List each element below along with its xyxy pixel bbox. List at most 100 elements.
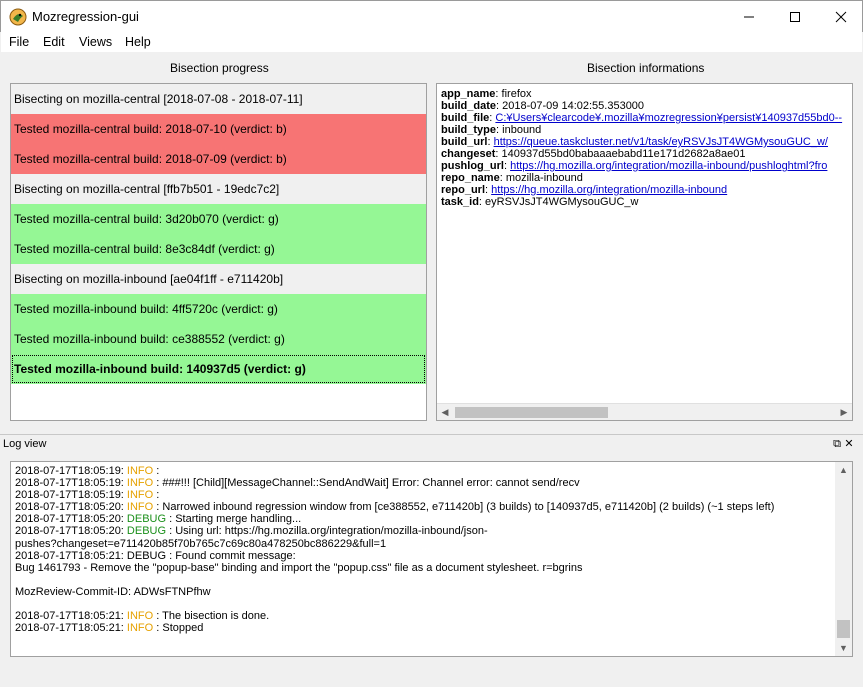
maximize-icon: [790, 12, 800, 22]
progress-row-label: Tested mozilla-central build: 3d20b070 (…: [14, 212, 279, 226]
title-bar: Mozregression-gui: [0, 0, 863, 32]
progress-row-label: Tested mozilla-inbound build: ce388552 (…: [14, 332, 285, 346]
log-level: INFO: [126, 610, 157, 623]
log-timestamp: 2018-07-17T18:05:20:: [15, 513, 127, 526]
log-message: DEBUG : Found commit message:: [126, 549, 296, 562]
log-message: :: [156, 489, 160, 502]
bisection-progress-list: Bisecting on mozilla-central [2018-07-08…: [10, 83, 427, 421]
scroll-thumb[interactable]: [837, 620, 850, 638]
menu-bar: File Edit Views Help: [1, 32, 862, 52]
scroll-left-icon[interactable]: ◀: [439, 407, 451, 418]
log-view-box[interactable]: 2018-07-17T18:05:19: INFO :2018-07-17T18…: [10, 461, 853, 657]
float-dock-icon[interactable]: ⧉: [831, 438, 843, 451]
log-line: [15, 598, 774, 610]
status-bar: [0, 672, 863, 687]
scroll-down-icon[interactable]: ▼: [837, 642, 850, 654]
log-timestamp: 2018-07-17T18:05:21:: [15, 549, 127, 562]
scroll-right-icon[interactable]: ▶: [838, 407, 850, 418]
progress-row[interactable]: Tested mozilla-central build: 2018-07-09…: [11, 144, 426, 174]
log-timestamp: 2018-07-17T18:05:19:: [15, 477, 127, 490]
log-level: DEBUG: [126, 513, 170, 526]
build-url-link[interactable]: https://queue.taskcluster.net/v1/task/ey…: [494, 136, 828, 148]
log-line: 2018-07-17T18:05:21: DEBUG : Found commi…: [15, 550, 774, 562]
log-line: Bug 1461793 - Remove the "popup-base" bi…: [15, 562, 774, 574]
repo-url-link[interactable]: https://hg.mozilla.org/integration/mozil…: [491, 184, 727, 196]
log-message: [15, 574, 18, 586]
log-level: INFO: [126, 477, 157, 490]
log-line: [15, 574, 774, 586]
progress-row-label: Tested mozilla-central build: 8e3c84df (…: [14, 242, 275, 256]
menu-edit[interactable]: Edit: [43, 35, 65, 49]
log-timestamp: 2018-07-17T18:05:19:: [15, 489, 127, 502]
menu-help[interactable]: Help: [125, 35, 151, 49]
log-level: INFO: [126, 465, 157, 477]
log-message: :: [156, 465, 160, 477]
progress-row-label: Bisecting on mozilla-central [ffb7b501 -…: [14, 182, 280, 196]
log-line: 2018-07-17T18:05:21: INFO : The bisectio…: [15, 610, 774, 622]
log-view-title: Log view: [3, 438, 47, 450]
progress-row[interactable]: Tested mozilla-central build: 2018-07-10…: [11, 114, 426, 144]
info-changeset: changeset: 140937d55bd0babaaaebabd11e171…: [441, 148, 746, 160]
log-level: DEBUG: [126, 525, 170, 538]
log-line: 2018-07-17T18:05:19: INFO : ###!!! [Chil…: [15, 477, 774, 489]
divider: [0, 434, 863, 435]
log-timestamp: 2018-07-17T18:05:21:: [15, 622, 127, 635]
progress-row[interactable]: Tested mozilla-central build: 8e3c84df (…: [11, 234, 426, 264]
minimize-button[interactable]: [726, 1, 772, 32]
close-button[interactable]: [818, 1, 863, 32]
menu-views[interactable]: Views: [79, 35, 112, 49]
log-timestamp: 2018-07-17T18:05:21:: [15, 610, 127, 623]
pushlog-url-link[interactable]: https://hg.mozilla.org/integration/mozil…: [510, 160, 827, 172]
bisection-progress-title: Bisection progress: [170, 61, 269, 75]
log-timestamp: 2018-07-17T18:05:20:: [15, 525, 127, 538]
log-line: 2018-07-17T18:05:20: INFO : Narrowed inb…: [15, 501, 774, 513]
menu-file[interactable]: File: [9, 35, 29, 49]
log-line: 2018-07-17T18:05:20: DEBUG : Using url: …: [15, 525, 774, 537]
vertical-scrollbar[interactable]: ▲ ▼: [835, 462, 852, 656]
info-build-file: build_file: C:¥Users¥clearcode¥.mozilla¥…: [441, 112, 843, 124]
info-build-type: build_type: inbound: [441, 124, 542, 136]
mozregression-lizard-icon: [9, 8, 27, 26]
progress-row-label: Tested mozilla-central build: 2018-07-09…: [14, 152, 287, 166]
log-message: MozReview-Commit-ID: ADWsFTNPfhw: [15, 585, 211, 598]
maximize-button[interactable]: [772, 1, 818, 32]
log-line: 2018-07-17T18:05:21: INFO : Stopped: [15, 622, 774, 634]
info-build-url: build_url: https://queue.taskcluster.net…: [441, 136, 828, 148]
progress-row-label: Bisecting on mozilla-central [2018-07-08…: [14, 92, 303, 106]
progress-row[interactable]: Tested mozilla-inbound build: ce388552 (…: [11, 324, 426, 354]
log-line: MozReview-Commit-ID: ADWsFTNPfhw: [15, 586, 774, 598]
scroll-thumb[interactable]: [455, 407, 608, 418]
log-message: : The bisection is done.: [156, 610, 270, 623]
log-message: Bug 1461793 - Remove the "popup-base" bi…: [15, 561, 583, 574]
log-message: : Narrowed inbound regression window fro…: [156, 501, 775, 514]
progress-row-label: Tested mozilla-central build: 2018-07-10…: [14, 122, 287, 136]
build-file-link[interactable]: C:¥Users¥clearcode¥.mozilla¥mozregressio…: [495, 112, 842, 124]
log-message: : Stopped: [156, 622, 204, 635]
log-line: 2018-07-17T18:05:19: INFO :: [15, 465, 774, 477]
bisection-informations-box: app_name: firefox build_date: 2018-07-09…: [436, 83, 853, 421]
log-level: INFO: [126, 501, 157, 514]
progress-row[interactable]: Bisecting on mozilla-inbound [ae04f1ff -…: [11, 264, 426, 294]
info-repo-url: repo_url: https://hg.mozilla.org/integra…: [441, 184, 728, 196]
progress-row[interactable]: Tested mozilla-inbound build: 4ff5720c (…: [11, 294, 426, 324]
scroll-up-icon[interactable]: ▲: [837, 464, 850, 476]
progress-row-selected[interactable]: Tested mozilla-inbound build: 140937d5 (…: [11, 354, 426, 384]
log-message: [15, 598, 18, 610]
log-timestamp: 2018-07-17T18:05:20:: [15, 501, 127, 514]
log-timestamp: 2018-07-17T18:05:19:: [15, 465, 127, 477]
log-message: : Using url: https://hg.mozilla.org/inte…: [169, 525, 488, 538]
progress-row[interactable]: Bisecting on mozilla-central [ffb7b501 -…: [11, 174, 426, 204]
info-build-date: build_date: 2018-07-09 14:02:55.353000: [441, 100, 645, 112]
log-line: 2018-07-17T18:05:20: DEBUG : Starting me…: [15, 513, 774, 525]
progress-row[interactable]: Bisecting on mozilla-central [2018-07-08…: [11, 84, 426, 114]
progress-row[interactable]: Tested mozilla-central build: 3d20b070 (…: [11, 204, 426, 234]
info-task-id: task_id: eyRSVJsJT4WGMysouGUC_w: [441, 196, 639, 208]
horizontal-scrollbar[interactable]: ◀ ▶: [437, 403, 852, 420]
progress-row-label: Tested mozilla-inbound build: 140937d5 (…: [14, 362, 306, 376]
log-lines: 2018-07-17T18:05:19: INFO :2018-07-17T18…: [15, 465, 774, 634]
log-message: : Starting merge handling...: [169, 513, 302, 526]
log-level: INFO: [126, 489, 157, 502]
log-message: : ###!!! [Child][MessageChannel::SendAnd…: [156, 477, 580, 490]
close-dock-icon[interactable]: ✕: [843, 437, 855, 450]
progress-row-label: Bisecting on mozilla-inbound [ae04f1ff -…: [14, 272, 284, 286]
